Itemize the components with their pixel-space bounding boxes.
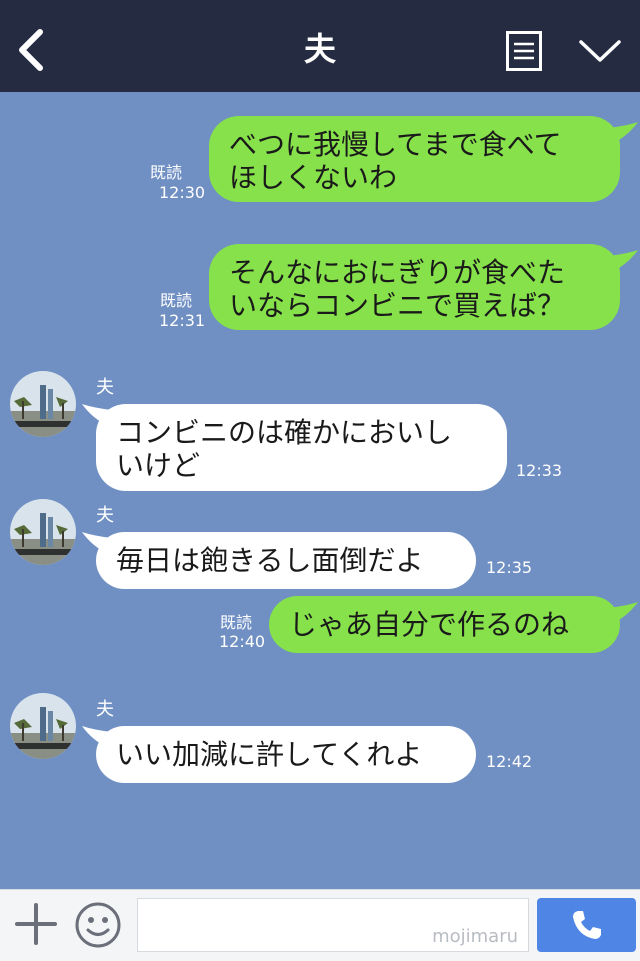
bubble-tail [608, 602, 638, 624]
call-button[interactable] [537, 898, 636, 952]
avatar-image [10, 693, 76, 759]
avatar[interactable] [10, 371, 76, 437]
avatar[interactable] [10, 499, 76, 565]
avatar[interactable] [10, 693, 76, 759]
read-receipt: 既読 [150, 163, 183, 182]
menu-list-icon[interactable] [506, 31, 542, 71]
sender-name: 夫 [96, 505, 114, 526]
message-bubble: じゃあ自分で作るのね [269, 596, 620, 653]
message-time: 12:42 [486, 752, 533, 771]
plus-icon[interactable] [14, 902, 58, 946]
avatar-image [10, 371, 76, 437]
message-bubble: そんなにおにぎりが食べた いならコンビニで買えば？ [209, 244, 620, 330]
read-receipt: 既読 [160, 291, 193, 310]
chat-title: 夫 [303, 30, 336, 68]
sender-name: 夫 [96, 699, 114, 720]
chevron-down-icon[interactable] [578, 36, 622, 66]
read-receipt: 既読 [220, 613, 253, 632]
chat-header: 夫 [0, 0, 640, 92]
message-bubble: コンビニのは確かにおいし いけど [96, 404, 507, 491]
message-bubble: べつに我慢してまで食べて ほしくないわ [209, 116, 620, 202]
watermark-text: mojimaru [432, 926, 518, 947]
chat-area[interactable]: べつに我慢してまで食べて ほしくないわ 既読 12:30 そんなにおにぎりが食べ… [0, 92, 640, 889]
emoji-icon[interactable] [74, 901, 122, 949]
input-bar: mojimaru [0, 889, 640, 961]
message-bubble: いい加減に許してくれよ [96, 726, 476, 783]
sender-name: 夫 [96, 377, 114, 398]
message-time: 12:33 [516, 461, 563, 480]
avatar-image [10, 499, 76, 565]
message-time: 12:31 [159, 311, 206, 330]
message-input[interactable]: mojimaru [137, 898, 529, 952]
message-time: 12:40 [219, 632, 266, 651]
bubble-tail [608, 250, 638, 272]
message-time: 12:35 [486, 558, 533, 577]
bubble-tail [608, 122, 638, 144]
message-bubble: 毎日は飽きるし面倒だよ [96, 532, 476, 589]
message-time: 12:30 [159, 183, 206, 202]
phone-icon [573, 911, 601, 939]
